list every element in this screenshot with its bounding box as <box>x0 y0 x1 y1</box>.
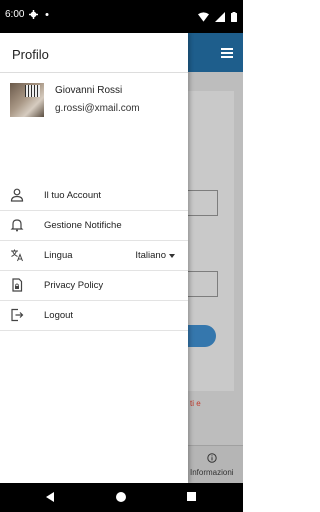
menu-item-label: Logout <box>44 310 74 321</box>
background-input-field <box>188 190 218 216</box>
language-select-value[interactable]: Italiano <box>135 250 166 261</box>
status-right-icons <box>198 9 237 27</box>
menu-item-language[interactable]: Lingua Italiano <box>0 241 188 271</box>
background-red-text: ti e <box>190 399 201 408</box>
logout-icon <box>11 308 24 322</box>
back-icon[interactable] <box>46 492 54 502</box>
background-app: ti e Informazioni <box>188 33 243 483</box>
menu-icon[interactable] <box>221 48 233 60</box>
status-bar: 6:00 <box>0 0 243 33</box>
avatar <box>10 83 44 117</box>
background-input-field <box>188 271 218 297</box>
menu-item-notifications[interactable]: Gestione Notifiche <box>0 211 188 241</box>
info-icon <box>207 453 217 463</box>
menu-item-label: Privacy Policy <box>44 280 104 291</box>
background-app-bar <box>188 33 243 72</box>
menu-item-privacy-policy[interactable]: Privacy Policy <box>0 271 188 301</box>
home-icon[interactable] <box>116 492 126 502</box>
status-time: 6:00 <box>5 9 25 20</box>
profile-email: g.rossi@xmail.com <box>55 103 140 114</box>
recent-apps-icon[interactable] <box>187 492 196 501</box>
menu-item-label: Il tuo Account <box>44 190 102 201</box>
drawer-header: Profilo <box>0 33 188 73</box>
background-bottom-nav: Informazioni <box>188 445 243 483</box>
person-icon <box>10 188 24 202</box>
background-button <box>188 325 216 347</box>
bottom-nav-label-informazioni: Informazioni <box>190 468 234 477</box>
bell-icon <box>10 219 24 232</box>
chevron-down-icon[interactable] <box>169 254 175 258</box>
menu-item-logout[interactable]: Logout <box>0 301 188 331</box>
profile-name: Giovanni Rossi <box>55 85 123 96</box>
menu-item-label: Gestione Notifiche <box>44 220 122 231</box>
signal-icon <box>214 12 225 22</box>
drawer-title: Profilo <box>12 47 49 62</box>
settings-icon <box>29 10 38 20</box>
lock-document-icon <box>12 278 23 292</box>
profile-section: Giovanni Rossi g.rossi@xmail.com <box>0 73 188 133</box>
battery-icon <box>231 12 237 22</box>
wifi-icon <box>198 12 210 22</box>
menu-item-account[interactable]: Il tuo Account <box>0 181 188 211</box>
translate-icon <box>11 249 23 262</box>
dot-icon <box>45 13 49 17</box>
system-nav-bar <box>0 483 243 512</box>
menu-item-label: Lingua <box>44 250 73 261</box>
status-left-icons <box>29 9 50 20</box>
navigation-drawer: Profilo Giovanni Rossi g.rossi@xmail.com… <box>0 33 188 483</box>
